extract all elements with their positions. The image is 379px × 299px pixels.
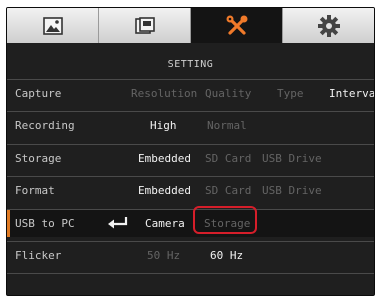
divider (7, 273, 374, 274)
option-sd-card[interactable]: SD Card (205, 184, 251, 197)
row-format[interactable]: Format Embedded SD Card USB Drive (7, 177, 374, 204)
page-title: SETTING (167, 59, 214, 70)
option-type[interactable]: Type (277, 87, 304, 100)
enter-icon (108, 217, 128, 229)
row-label: Flicker (15, 249, 62, 262)
tab-album[interactable] (99, 8, 191, 43)
highlight-box (193, 206, 257, 234)
option-sd-card[interactable]: SD Card (205, 152, 251, 165)
row-label: Storage (15, 152, 62, 165)
row-usb-to-pc[interactable]: USB to PC Camera Storage (7, 206, 374, 237)
row-label: Format (15, 184, 55, 197)
option-usb-drive[interactable]: USB Drive (262, 184, 322, 197)
option-normal[interactable]: Normal (207, 119, 247, 132)
option-quality[interactable]: Quality (205, 87, 251, 100)
tab-image[interactable] (7, 8, 99, 43)
settings-panel: SETTING Capture Resolution Quality Type … (6, 7, 375, 296)
option-embedded[interactable]: Embedded (138, 152, 191, 165)
option-camera[interactable]: Camera (145, 217, 185, 230)
row-recording[interactable]: Recording High Normal (7, 112, 374, 139)
option-interval[interactable]: Interval (329, 87, 374, 100)
row-flicker[interactable]: Flicker 50 Hz 60 Hz (7, 242, 374, 269)
tab-bar (7, 8, 374, 43)
option-usb-drive[interactable]: USB Drive (262, 152, 322, 165)
option-embedded[interactable]: Embedded (138, 184, 191, 197)
row-label: Capture (15, 87, 62, 100)
option-50hz[interactable]: 50 Hz (147, 249, 180, 262)
selection-indicator (7, 210, 10, 237)
tools-icon (226, 15, 247, 35)
tab-settings[interactable] (283, 8, 374, 43)
row-capture[interactable]: Capture Resolution Quality Type Interval (7, 80, 374, 107)
option-resolution[interactable]: Resolution (131, 87, 197, 100)
option-60hz[interactable]: 60 Hz (210, 249, 243, 262)
option-high[interactable]: High (150, 119, 177, 132)
row-label: Recording (15, 119, 75, 132)
row-label: USB to PC (15, 217, 75, 230)
row-storage[interactable]: Storage Embedded SD Card USB Drive (7, 145, 374, 172)
tab-tools[interactable] (191, 8, 283, 43)
album-icon (134, 16, 155, 34)
gear-icon (317, 14, 340, 37)
image-icon (42, 16, 63, 35)
